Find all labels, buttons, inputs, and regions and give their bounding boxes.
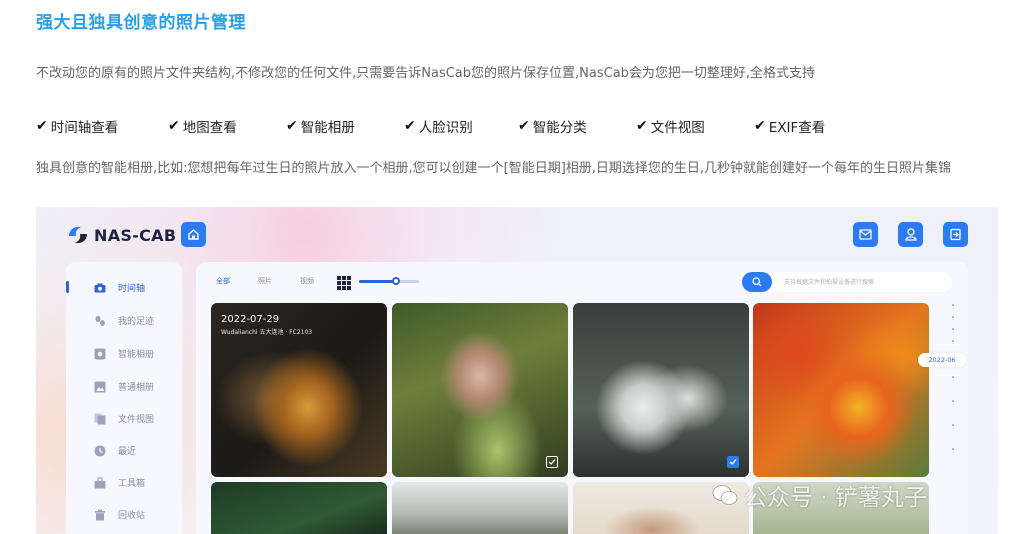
timeline-date-label: 2022-06 <box>918 353 966 367</box>
zoom-slider-fill <box>359 280 397 283</box>
check-icon: ✔ <box>636 118 648 134</box>
feature-item: ✔ 智能分类 <box>518 118 587 136</box>
album-icon <box>94 381 106 393</box>
timeline-dot <box>952 304 954 306</box>
check-icon: ✔ <box>404 118 416 134</box>
description-text: 独具创意的智能相册,比如:您想把每年过生日的照片放入一个相册,您可以创建一个[智… <box>36 161 952 176</box>
photo-flowers[interactable] <box>753 303 929 477</box>
photo-select-checkbox[interactable] <box>727 456 739 468</box>
sidebar-item-album[interactable]: 普通相册 <box>94 380 154 393</box>
media-tabs: 全部 照片 视频 <box>216 276 342 286</box>
watermark: 公众号 · 铲薯丸子 <box>712 478 927 512</box>
sidebar-item-files[interactable]: 文件视图 <box>94 412 154 425</box>
timeline-dot <box>952 328 954 330</box>
wechat-icon <box>712 485 738 505</box>
feature-item: ✔ 人脸识别 <box>404 118 473 136</box>
sidebar-item-toolbox[interactable]: 工具箱 <box>94 476 145 489</box>
check-icon: ✔ <box>36 118 48 134</box>
mail-icon <box>859 229 872 240</box>
check-icon: ✔ <box>754 118 766 134</box>
smart-album-icon <box>94 348 106 360</box>
home-icon <box>188 229 199 240</box>
feature-item: ✔ 时间轴查看 <box>36 118 119 136</box>
files-icon <box>94 413 106 425</box>
nascab-logo-icon <box>69 226 87 244</box>
sidebar-item-smart-album[interactable]: 智能相册 <box>94 347 154 360</box>
tab-all[interactable]: 全部 <box>216 276 230 286</box>
sidebar-item-footprints[interactable]: 我的足迹 <box>94 314 154 327</box>
toolbox-icon <box>94 476 106 489</box>
app-logo: NAS-CAB <box>66 224 176 246</box>
tab-videos[interactable]: 视频 <box>300 276 314 286</box>
logout-button[interactable] <box>943 222 968 247</box>
feature-item: ✔ EXIF查看 <box>754 118 826 136</box>
camera-icon <box>94 282 106 294</box>
home-button[interactable] <box>181 222 206 247</box>
feature-list: ✔ 时间轴查看 ✔ 地图查看 ✔ 智能相册 ✔ 人脸识别 ✔ 智能分类 ✔ 文件视图 ✔ EX… <box>36 116 825 136</box>
sidebar: 时间轴 我的足迹 智能相册 普通相册 文件视图 最近 工具箱 回收站 <box>66 262 182 534</box>
photo-landscape[interactable] <box>392 482 568 534</box>
user-button[interactable] <box>898 222 923 247</box>
timeline-dot <box>952 376 954 378</box>
sidebar-item-trash[interactable]: 回收站 <box>94 508 145 521</box>
photo-date: 2022-07-29 <box>221 314 280 325</box>
timeline-dot <box>952 316 954 318</box>
timeline-dot <box>952 424 954 426</box>
trash-icon <box>94 509 106 521</box>
footprints-icon <box>94 315 106 327</box>
photo-select-checkbox[interactable] <box>546 456 558 468</box>
feature-item: ✔ 地图查看 <box>168 118 237 136</box>
clock-icon <box>94 445 106 457</box>
photo-portrait[interactable] <box>392 303 568 477</box>
sidebar-item-timeline[interactable]: 时间轴 <box>94 281 145 294</box>
search-button[interactable] <box>742 272 772 292</box>
message-button[interactable] <box>853 222 878 247</box>
check-icon: ✔ <box>168 118 180 134</box>
timeline-dot <box>952 448 954 450</box>
photo-location: Wudalianchi 五大连池 · FC2103 <box>221 329 313 336</box>
zoom-slider[interactable] <box>359 277 419 285</box>
intro-text: 不改动您的原有的照片文件夹结构,不修改您的任何文件,只需要告诉NasCab您的照… <box>36 66 816 81</box>
checkmark-icon <box>548 459 556 465</box>
feature-item: ✔ 文件视图 <box>636 118 705 136</box>
photo-bee[interactable]: 2022-07-29 Wudalianchi 五大连池 · FC2103 <box>211 303 387 477</box>
section-heading: 强大且独具创意的照片管理 <box>36 13 246 33</box>
sidebar-item-recent[interactable]: 最近 <box>94 444 136 457</box>
photo-birds[interactable] <box>573 303 749 477</box>
photo-leaves[interactable] <box>211 482 387 534</box>
search-placeholder: 支持根据文件和拍摄设备进行搜索 <box>784 279 875 286</box>
timeline-scrollbar[interactable] <box>944 302 964 502</box>
timeline-dot <box>952 340 954 342</box>
check-icon: ✔ <box>518 118 530 134</box>
search-input[interactable]: 支持根据文件和拍摄设备进行搜索 <box>742 272 952 292</box>
user-icon <box>904 228 917 241</box>
grid-view-icon[interactable] <box>337 275 351 294</box>
check-icon: ✔ <box>286 118 298 134</box>
feature-item: ✔ 智能相册 <box>286 118 355 136</box>
logout-icon <box>950 228 961 241</box>
zoom-slider-handle[interactable] <box>392 277 401 285</box>
tab-photos[interactable]: 照片 <box>258 276 272 286</box>
watermark-text: 公众号 · 铲薯丸子 <box>744 485 927 511</box>
checkmark-icon <box>729 459 737 465</box>
timeline-dot <box>952 400 954 402</box>
app-name: NAS-CAB <box>94 225 177 245</box>
active-indicator <box>66 281 69 293</box>
search-icon <box>752 277 762 287</box>
